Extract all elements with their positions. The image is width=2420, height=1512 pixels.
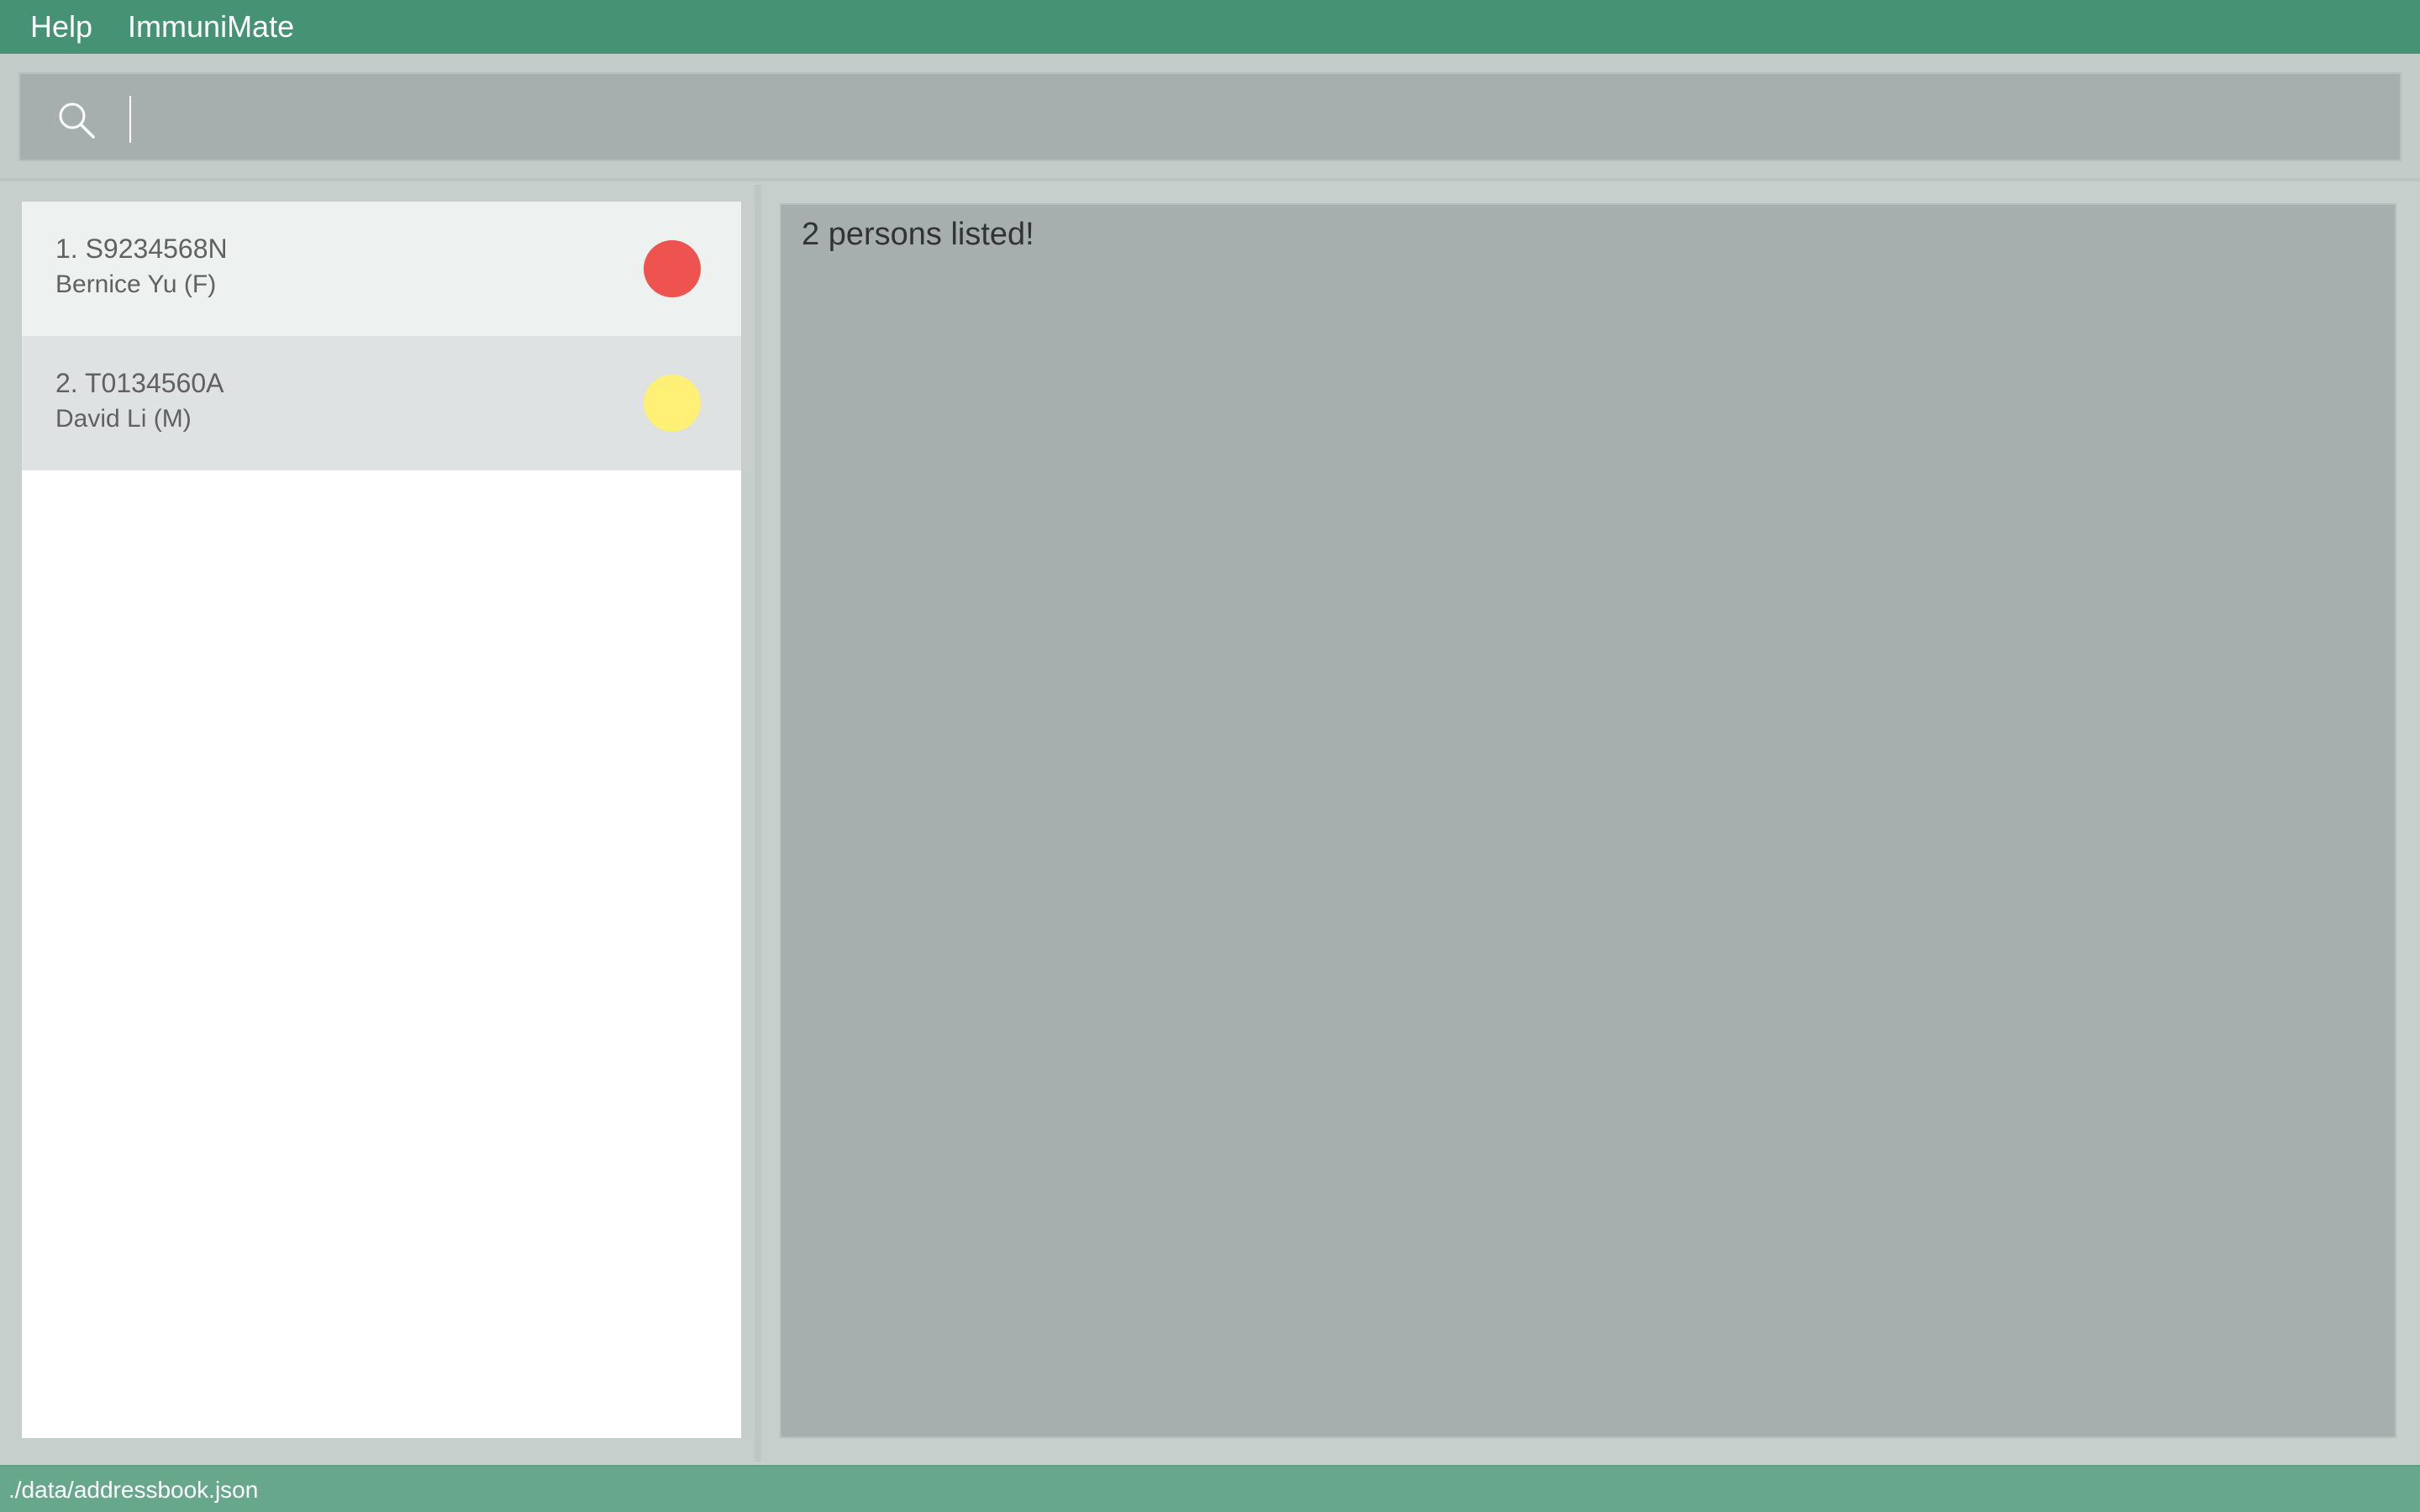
person-id: 2. T0134560A [55, 368, 224, 398]
risk-indicator-red [644, 240, 701, 297]
status-bar: ./data/addressbook.json [0, 1465, 2420, 1512]
person-name: Bernice Yu (F) [55, 270, 217, 298]
menu-immunimate[interactable]: ImmuniMate [109, 0, 311, 54]
search-icon [57, 101, 96, 139]
result-message: 2 persons listed! [802, 217, 1034, 252]
save-location: ./data/addressbook.json [8, 1477, 259, 1503]
menu-help[interactable]: Help [0, 0, 109, 54]
command-area [0, 54, 2420, 180]
text-caret [129, 96, 131, 143]
person-id: 1. S9234568N [55, 234, 228, 264]
panel-splitter[interactable] [755, 185, 761, 1462]
person-card[interactable]: 2. T0134560A David Li (M) [22, 336, 741, 470]
horizontal-divider [0, 178, 2420, 181]
person-list[interactable]: 1. S9234568N Bernice Yu (F) 2. T0134560A… [22, 202, 741, 1438]
person-name: David Li (M) [55, 405, 192, 433]
command-box[interactable] [18, 72, 2402, 161]
person-card[interactable]: 1. S9234568N Bernice Yu (F) [22, 202, 741, 336]
risk-indicator-yellow [644, 375, 701, 432]
menu-bar: Help ImmuniMate [0, 0, 2420, 54]
command-input[interactable] [138, 86, 2376, 151]
result-display: 2 persons listed! [780, 203, 2396, 1438]
